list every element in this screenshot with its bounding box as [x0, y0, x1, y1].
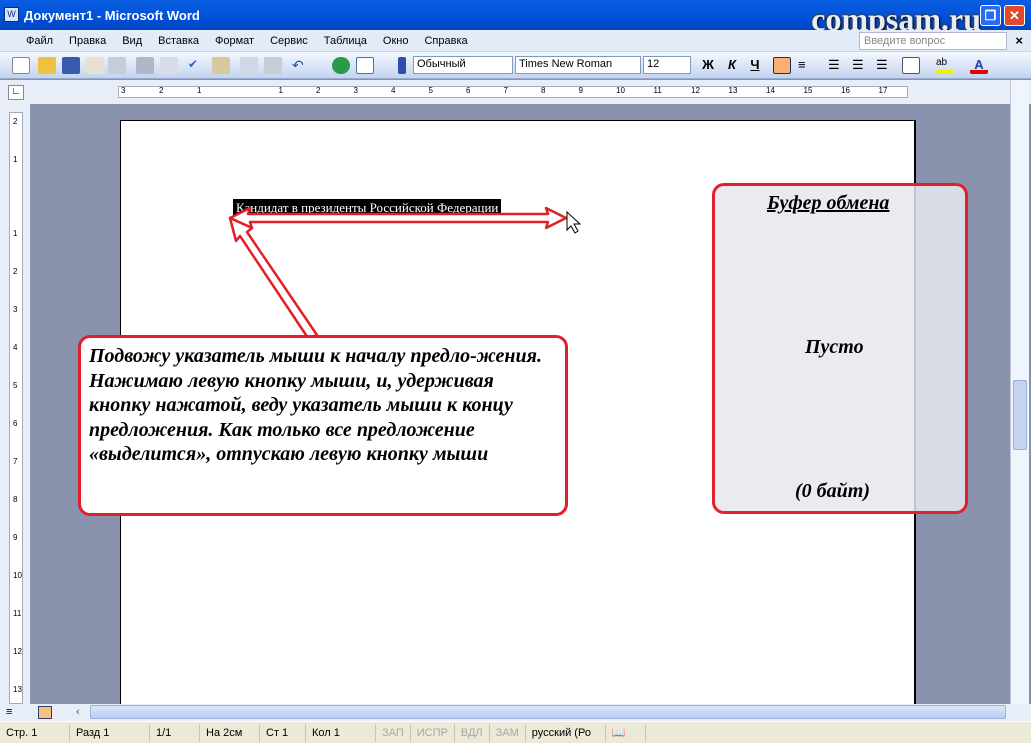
- clipboard-empty: Пусто: [805, 336, 864, 358]
- status-at: На 2см: [200, 723, 260, 742]
- horizontal-scrollbar[interactable]: [90, 705, 1006, 719]
- status-ovr[interactable]: ЗАМ: [490, 723, 526, 742]
- status-bar: Стр. 1 Разд 1 1/1 На 2см Ст 1 Кол 1 ЗАП …: [0, 721, 1031, 743]
- status-pages: 1/1: [150, 723, 200, 742]
- status-ext[interactable]: ВДЛ: [455, 723, 490, 742]
- print-layout-icon[interactable]: [38, 706, 52, 719]
- scroll-thumb[interactable]: [1013, 380, 1027, 450]
- status-language[interactable]: русский (Ро: [526, 723, 606, 742]
- scroll-left-icon[interactable]: ‹: [76, 706, 80, 718]
- status-line: Ст 1: [260, 723, 306, 742]
- spelling-status-icon[interactable]: 📖: [606, 723, 646, 742]
- status-trk[interactable]: ИСПР: [411, 723, 455, 742]
- status-rec[interactable]: ЗАП: [376, 723, 411, 742]
- instruction-callout: Подвожу указатель мыши к началу предло-ж…: [78, 335, 568, 516]
- clipboard-title: Буфер обмена: [767, 192, 890, 214]
- normal-view-icon[interactable]: ≡: [6, 706, 12, 718]
- vertical-scrollbar[interactable]: [1010, 80, 1029, 704]
- clipboard-size: (0 байт): [795, 480, 870, 502]
- mouse-cursor-icon: [566, 210, 582, 234]
- clipboard-panel: Буфер обмена Пусто (0 байт): [712, 183, 968, 514]
- status-col: Кол 1: [306, 723, 376, 742]
- status-section: Разд 1: [70, 723, 150, 742]
- arrow-horizontal: [228, 206, 568, 230]
- status-page: Стр. 1: [0, 723, 70, 742]
- arrow-to-callout: [228, 216, 319, 340]
